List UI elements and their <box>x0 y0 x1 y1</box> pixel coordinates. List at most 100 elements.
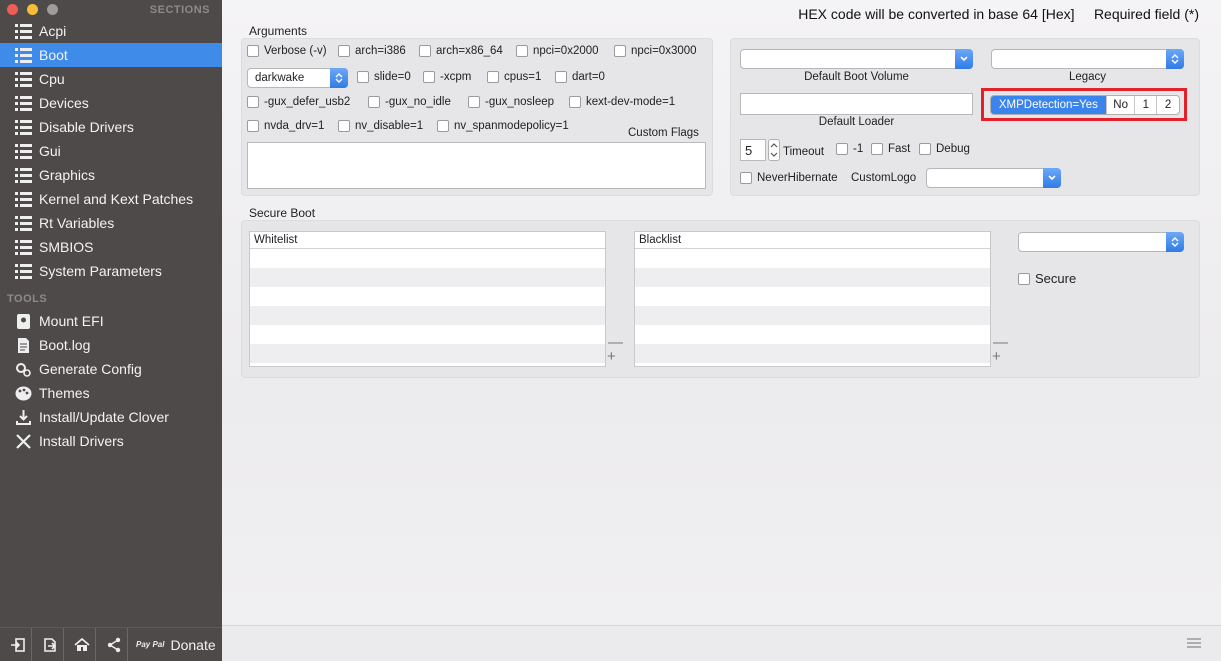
status-footer <box>222 625 1221 661</box>
default-boot-volume-label: Default Boot Volume <box>804 71 909 83</box>
table-row[interactable] <box>635 306 990 325</box>
table-row[interactable] <box>635 325 990 344</box>
table-row[interactable] <box>250 268 605 287</box>
gux-no-idle-checkbox[interactable]: -gux_no_idle <box>368 96 451 108</box>
sidebar-item-smbios[interactable]: SMBIOS <box>0 235 222 259</box>
darkwake-select[interactable]: darkwake <box>247 68 348 88</box>
nv-disable-checkbox[interactable]: nv_disable=1 <box>338 120 423 132</box>
blacklist-header: Blacklist <box>635 232 990 249</box>
sidebar-item-system-parameters[interactable]: System Parameters <box>0 259 222 283</box>
sidebar-item-rt-variables[interactable]: Rt Variables <box>0 211 222 235</box>
gears-icon <box>14 361 32 377</box>
custom-logo-label: CustomLogo <box>851 172 917 184</box>
default-boot-volume-select[interactable] <box>740 49 973 69</box>
whitelist-table[interactable]: Whitelist <box>249 231 606 367</box>
list-icon <box>14 239 32 255</box>
sidebar-item-label: Themes <box>39 385 90 401</box>
home-icon[interactable] <box>68 627 96 661</box>
sidebar-item-label: Graphics <box>39 167 96 183</box>
verbose-checkbox[interactable]: Verbose (-v) <box>247 45 327 57</box>
export-icon[interactable] <box>36 627 64 661</box>
table-row[interactable] <box>635 268 990 287</box>
list-icon <box>14 71 32 87</box>
sidebar-item-devices[interactable]: Devices <box>0 91 222 115</box>
sidebar: SECTIONS Acpi Boot Cpu Devices Disable Drive… <box>0 0 222 661</box>
sidebar-item-cpu[interactable]: Cpu <box>0 67 222 91</box>
whitelist-add-icon[interactable]: + <box>607 349 616 364</box>
sidebar-item-kernel-and-kext-patches[interactable]: Kernel and Kext Patches <box>0 187 222 211</box>
never-hibernate-checkbox[interactable]: NeverHibernate <box>740 172 838 184</box>
debug-checkbox[interactable]: Debug <box>919 143 970 155</box>
list-icon <box>14 167 32 183</box>
stepper-arrows-icon <box>770 143 778 157</box>
fast-checkbox[interactable]: Fast <box>871 143 910 155</box>
sidebar-item-boot[interactable]: Boot <box>0 43 222 67</box>
secure-boot-policy-select[interactable] <box>1018 232 1184 252</box>
dart-checkbox[interactable]: dart=0 <box>555 71 605 83</box>
list-icon <box>14 263 32 279</box>
sidebar-item-gui[interactable]: Gui <box>0 139 222 163</box>
sidebar-item-disable-drivers[interactable]: Disable Drivers <box>0 115 222 139</box>
list-icon <box>14 143 32 159</box>
sidebar-tool-generate-config[interactable]: Generate Config <box>0 357 222 381</box>
sidebar-item-acpi[interactable]: Acpi <box>0 19 222 43</box>
table-row[interactable] <box>250 287 605 306</box>
sidebar-tool-themes[interactable]: Themes <box>0 381 222 405</box>
timeout-stepper[interactable] <box>768 139 780 161</box>
arch-i386-checkbox[interactable]: arch=i386 <box>338 45 406 57</box>
highlight-box <box>981 88 1187 121</box>
blacklist-add-icon[interactable]: + <box>992 349 1001 364</box>
nv-spanmodepolicy-checkbox[interactable]: nv_spanmodepolicy=1 <box>437 120 569 132</box>
xcpm-checkbox[interactable]: -xcpm <box>423 71 471 83</box>
close-window-button[interactable] <box>7 4 18 15</box>
minimize-window-button[interactable] <box>27 4 38 15</box>
blacklist-table[interactable]: Blacklist <box>634 231 991 367</box>
npci-3000-checkbox[interactable]: npci=0x3000 <box>614 45 697 57</box>
sidebar-tool-install-drivers[interactable]: Install Drivers <box>0 429 222 453</box>
custom-flags-input[interactable] <box>247 142 706 189</box>
sidebar-tool-boot-log[interactable]: Boot.log <box>0 333 222 357</box>
sidebar-item-label: Gui <box>39 143 61 159</box>
sidebar-item-graphics[interactable]: Graphics <box>0 163 222 187</box>
menu-icon[interactable] <box>1187 638 1201 649</box>
table-row[interactable] <box>635 287 990 306</box>
table-row[interactable] <box>250 306 605 325</box>
sidebar-item-label: Install Drivers <box>39 433 124 449</box>
import-icon[interactable] <box>4 627 32 661</box>
sidebar-tool-mount-efi[interactable]: Mount EFI <box>0 309 222 333</box>
list-icon <box>14 215 32 231</box>
sidebar-tool-install-update-clover[interactable]: Install/Update Clover <box>0 405 222 429</box>
slide-checkbox[interactable]: slide=0 <box>357 71 411 83</box>
legacy-select[interactable] <box>991 49 1184 69</box>
table-row[interactable] <box>250 249 605 268</box>
sidebar-item-label: Boot <box>39 47 68 63</box>
npci-2000-checkbox[interactable]: npci=0x2000 <box>516 45 599 57</box>
default-loader-input[interactable] <box>740 93 973 115</box>
share-icon[interactable] <box>100 627 128 661</box>
gux-defer-usb2-checkbox[interactable]: -gux_defer_usb2 <box>247 96 350 108</box>
legacy-label: Legacy <box>1068 71 1107 83</box>
table-row[interactable] <box>635 344 990 363</box>
table-row[interactable] <box>635 249 990 268</box>
arch-x86-64-checkbox[interactable]: arch=x86_64 <box>419 45 503 57</box>
timeout-minus-one-checkbox[interactable]: -1 <box>836 143 863 155</box>
disk-icon <box>14 313 32 329</box>
list-icon <box>14 47 32 63</box>
sidebar-item-label: Generate Config <box>39 361 142 377</box>
custom-logo-select[interactable] <box>926 168 1061 188</box>
secure-checkbox[interactable]: Secure <box>1018 271 1076 286</box>
cpus-checkbox[interactable]: cpus=1 <box>487 71 541 83</box>
kext-dev-mode-checkbox[interactable]: kext-dev-mode=1 <box>569 96 675 108</box>
table-row[interactable] <box>250 344 605 363</box>
table-row[interactable] <box>250 325 605 344</box>
donate-button[interactable]: Pay Pal Donate <box>136 637 216 653</box>
zoom-window-button[interactable] <box>47 4 58 15</box>
sidebar-item-label: SMBIOS <box>39 239 94 255</box>
palette-icon <box>14 385 32 401</box>
list-icon <box>14 191 32 207</box>
donate-label: Donate <box>170 636 216 653</box>
hex-note: HEX code will be converted in base 64 [H… <box>798 6 1199 22</box>
gux-nosleep-checkbox[interactable]: -gux_nosleep <box>468 96 554 108</box>
timeout-input[interactable]: 5 <box>740 139 766 161</box>
nvda-drv-checkbox[interactable]: nvda_drv=1 <box>247 120 324 132</box>
